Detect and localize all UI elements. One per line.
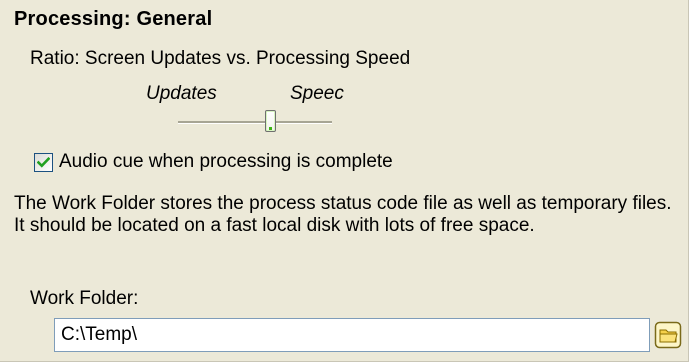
work-folder-input[interactable]	[54, 318, 650, 352]
slider-caption-updates: Updates	[146, 83, 217, 104]
section-title: Processing: General	[14, 8, 213, 30]
ratio-label: Ratio: Screen Updates vs. Processing Spe…	[30, 48, 411, 69]
audio-cue-option[interactable]: Audio cue when processing is complete	[34, 150, 393, 174]
audio-cue-checkbox[interactable]	[34, 152, 53, 172]
checkmark-icon	[37, 156, 50, 168]
work-folder-description: The Work Folder stores the process statu…	[14, 193, 672, 236]
audio-cue-label: Audio cue when processing is complete	[59, 151, 393, 172]
folder-icon	[654, 321, 682, 349]
ratio-slider[interactable]	[178, 110, 332, 134]
processing-general-panel: Processing: General Ratio: Screen Update…	[0, 0, 689, 362]
slider-caption-speed: Speec	[290, 83, 344, 104]
browse-folder-button[interactable]	[654, 319, 682, 349]
slider-thumb[interactable]	[265, 110, 277, 132]
slider-track[interactable]	[178, 121, 332, 124]
work-folder-label: Work Folder:	[30, 288, 139, 309]
